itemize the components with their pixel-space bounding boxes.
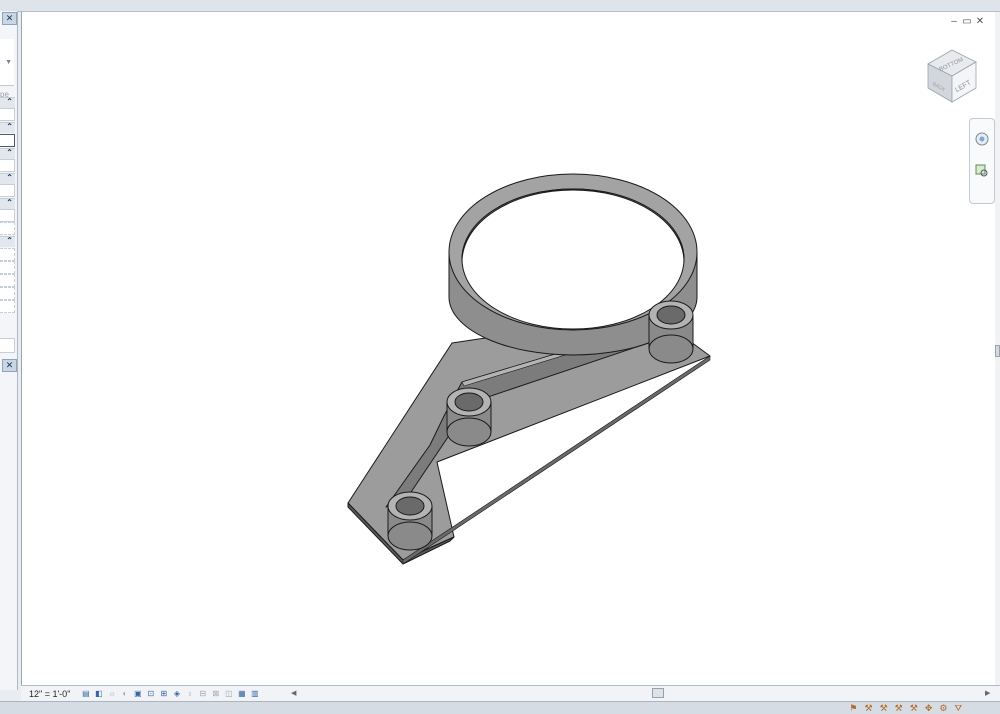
- collapse-icon: ⌃: [6, 97, 13, 106]
- horizontal-scroll-thumb[interactable]: [652, 688, 664, 698]
- property-field[interactable]: [0, 159, 15, 172]
- property-field[interactable]: [0, 108, 15, 121]
- sun-path-icon[interactable]: ☼: [106, 689, 117, 699]
- show-crop-icon[interactable]: ⊞: [158, 689, 169, 699]
- property-group-header[interactable]: ⌃: [0, 198, 15, 209]
- property-field[interactable]: [0, 261, 15, 274]
- drag-elements-icon[interactable]: ✥: [925, 703, 933, 714]
- select-pinned-icon[interactable]: ⚒: [895, 703, 903, 714]
- property-field[interactable]: [0, 222, 15, 235]
- view-control-bar: 12" = 1'-0" ▤ ◧ ☼ ◐ ▣ ⊡ ⊞ ◈ ♁ ⊟ ⊠ ◫ ▦ ▥ …: [21, 685, 1000, 701]
- view-scale[interactable]: 12" = 1'-0": [29, 689, 70, 699]
- worksets-icon[interactable]: ⚑: [849, 703, 857, 714]
- analytical-icon[interactable]: ◫: [223, 689, 234, 699]
- selection-filter-icon[interactable]: ⛛: [954, 703, 962, 714]
- property-group-header[interactable]: ⌃: [0, 173, 15, 184]
- status-bar-tools: ⚑ ⚒ ⚒ ⚒ ⚒ ✥ ⚙ ⛛: [849, 703, 962, 714]
- type-selector[interactable]: ▼: [0, 39, 14, 86]
- property-group-header[interactable]: ⌃: [0, 148, 15, 159]
- design-options-icon[interactable]: ⊠: [210, 689, 221, 699]
- select-links-icon[interactable]: ⚒: [865, 703, 873, 714]
- property-field[interactable]: [0, 274, 15, 287]
- viewcube[interactable]: BOTTOM LEFT BACK: [927, 49, 977, 103]
- vertical-scroll-thumb[interactable]: [995, 345, 1000, 357]
- filter-icon[interactable]: ⚙: [939, 703, 947, 714]
- shadows-icon[interactable]: ◐: [119, 689, 130, 699]
- model-canvas[interactable]: BOTTOM LEFT BACK: [22, 12, 995, 685]
- crop-view-icon[interactable]: ⊡: [145, 689, 156, 699]
- worksharing-icon[interactable]: ⊟: [197, 689, 208, 699]
- horizontal-scrollbar[interactable]: ◀ ▶: [291, 688, 990, 698]
- drawing-viewport[interactable]: – ▭ ✕ BOTTOM LEFT BACK: [21, 12, 995, 685]
- scroll-right-icon[interactable]: ▶: [985, 689, 990, 697]
- visual-style-icon[interactable]: ◧: [93, 689, 104, 699]
- highlight-icon[interactable]: ▦: [236, 689, 247, 699]
- project-browser-close-button[interactable]: ✕: [2, 359, 17, 372]
- rendering-icon[interactable]: ▣: [132, 689, 143, 699]
- collapse-icon: ⌃: [6, 236, 13, 245]
- reveal-hidden-icon[interactable]: ♁: [184, 689, 195, 699]
- detail-level-icon[interactable]: ▤: [80, 689, 91, 699]
- collapse-icon: ⌃: [6, 122, 13, 131]
- chevron-down-icon: ▼: [5, 59, 12, 66]
- property-field[interactable]: [0, 248, 15, 261]
- property-group-header[interactable]: ⌃: [0, 97, 15, 108]
- property-field[interactable]: [0, 184, 15, 197]
- select-by-face-icon[interactable]: ⚒: [910, 703, 918, 714]
- steering-wheel-icon[interactable]: [974, 131, 990, 147]
- ribbon-edge: [0, 0, 1000, 12]
- property-field[interactable]: [0, 287, 15, 300]
- property-field-active[interactable]: [0, 134, 15, 147]
- scroll-left-icon[interactable]: ◀: [291, 689, 296, 697]
- property-group-header[interactable]: ⌃: [0, 236, 15, 247]
- vertical-scrollbar[interactable]: [995, 12, 1000, 685]
- properties-close-button[interactable]: ✕: [2, 12, 17, 25]
- collapse-icon: ⌃: [6, 173, 13, 182]
- collapse-icon: ⌃: [6, 148, 13, 157]
- temporary-hide-icon[interactable]: ◈: [171, 689, 182, 699]
- navigation-bar: [969, 118, 995, 204]
- constraints-icon[interactable]: ▥: [249, 689, 260, 699]
- status-bar: ⚑ ⚒ ⚒ ⚒ ⚒ ✥ ⚙ ⛛: [0, 701, 1000, 714]
- property-group-header[interactable]: ⌃: [0, 122, 15, 133]
- properties-panel: ✕ ▼ pe ⌃ ⌃ ⌃ ⌃ ⌃ ⌃ ✕: [0, 11, 18, 690]
- model-bracket[interactable]: [347, 173, 711, 565]
- collapse-icon: ⌃: [6, 198, 13, 207]
- property-field[interactable]: [0, 300, 15, 313]
- select-underlay-icon[interactable]: ⚒: [880, 703, 888, 714]
- property-field[interactable]: [0, 209, 15, 222]
- apply-button[interactable]: [0, 338, 15, 353]
- zoom-region-icon[interactable]: [974, 163, 990, 179]
